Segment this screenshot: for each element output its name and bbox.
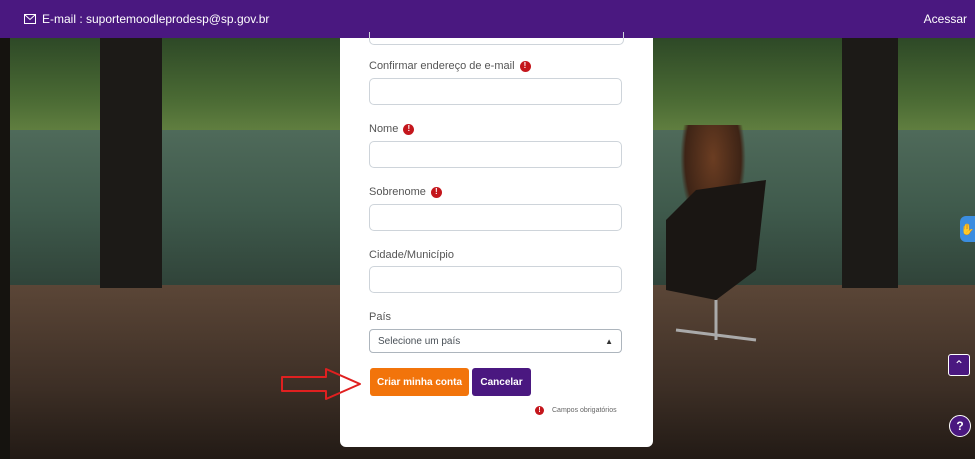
login-link[interactable]: Acessar	[924, 12, 967, 26]
first-name-label: Nome !	[369, 123, 415, 135]
select-caret-icon: ▲︎	[605, 336, 613, 346]
support-email-text: E-mail : suportemoodleprodesp@sp.gov.br	[42, 12, 270, 26]
country-select-value: Selecione um país	[378, 335, 461, 347]
last-name-field[interactable]	[369, 204, 622, 231]
signup-form-card: Confirmar endereço de e-mail ! Nome ! So…	[340, 32, 653, 447]
required-icon: !	[519, 60, 531, 72]
required-icon: !	[535, 406, 544, 415]
confirm-email-label: Confirmar endereço de e-mail !	[369, 60, 531, 72]
background-frame	[0, 38, 10, 459]
last-name-label: Sobrenome !	[369, 186, 442, 198]
background-chair	[666, 180, 766, 342]
email-field[interactable]	[369, 32, 624, 45]
background-pillar-left	[100, 38, 162, 288]
background-pillar-right	[842, 38, 898, 288]
help-button[interactable]: ?	[949, 415, 971, 437]
first-name-field[interactable]	[369, 141, 622, 168]
support-email[interactable]: E-mail : suportemoodleprodesp@sp.gov.br	[24, 12, 269, 26]
country-label: País	[369, 311, 392, 323]
required-fields-note: ! Campos obrigatórios	[535, 406, 617, 415]
city-field[interactable]	[369, 266, 622, 293]
country-select[interactable]: Selecione um país ▲︎	[369, 329, 622, 353]
city-label: Cidade/Município	[369, 249, 454, 261]
accessibility-tab[interactable]: ✋	[960, 216, 975, 242]
required-icon: !	[430, 186, 442, 198]
scroll-to-top-button[interactable]: ⌃	[948, 354, 970, 376]
cancel-button[interactable]: Cancelar	[472, 368, 531, 396]
confirm-email-field[interactable]	[369, 78, 622, 105]
envelope-icon	[24, 14, 36, 24]
required-icon: !	[403, 123, 415, 135]
red-arrow-annotation	[281, 368, 361, 400]
create-account-button[interactable]: Criar minha conta	[370, 368, 469, 396]
